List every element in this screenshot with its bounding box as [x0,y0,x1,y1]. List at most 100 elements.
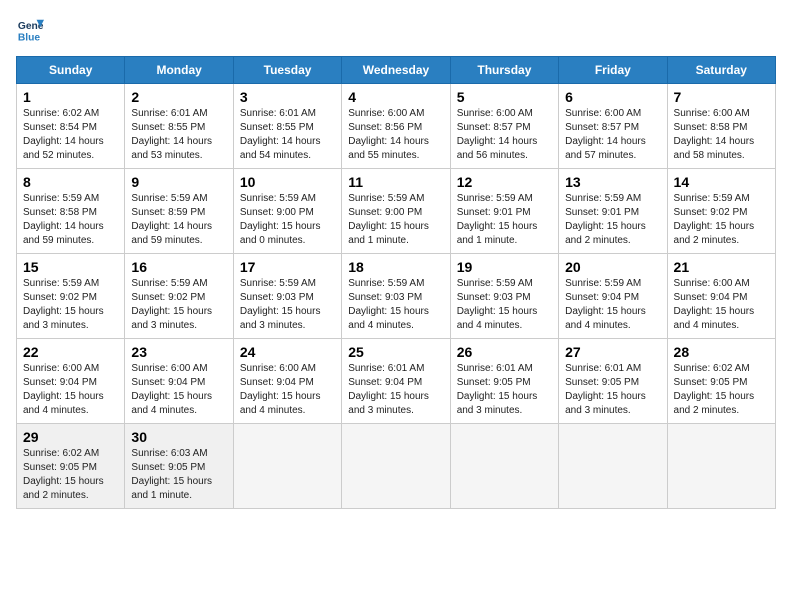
day-info: Sunrise: 6:00 AM Sunset: 9:04 PM Dayligh… [131,362,226,418]
table-row: 26 Sunrise: 6:01 AM Sunset: 9:05 PM Dayl… [450,339,558,424]
logo-icon: General Blue [16,16,44,44]
day-info: Sunrise: 6:00 AM Sunset: 8:58 PM Dayligh… [674,107,769,163]
day-number: 25 [348,344,443,360]
table-row: 27 Sunrise: 6:01 AM Sunset: 9:05 PM Dayl… [559,339,667,424]
table-row [233,424,341,509]
day-info: Sunrise: 5:59 AM Sunset: 9:03 PM Dayligh… [457,277,552,333]
day-info: Sunrise: 6:00 AM Sunset: 8:56 PM Dayligh… [348,107,443,163]
day-info: Sunrise: 6:00 AM Sunset: 9:04 PM Dayligh… [23,362,118,418]
table-row: 23 Sunrise: 6:00 AM Sunset: 9:04 PM Dayl… [125,339,233,424]
day-number: 26 [457,344,552,360]
col-saturday: Saturday [667,57,775,84]
table-row: 15 Sunrise: 5:59 AM Sunset: 9:02 PM Dayl… [17,254,125,339]
table-row: 6 Sunrise: 6:00 AM Sunset: 8:57 PM Dayli… [559,84,667,169]
table-row: 2 Sunrise: 6:01 AM Sunset: 8:55 PM Dayli… [125,84,233,169]
day-number: 6 [565,89,660,105]
svg-text:Blue: Blue [18,32,41,43]
day-number: 19 [457,259,552,275]
day-info: Sunrise: 5:59 AM Sunset: 9:02 PM Dayligh… [23,277,118,333]
day-number: 14 [674,174,769,190]
col-wednesday: Wednesday [342,57,450,84]
table-row [342,424,450,509]
table-row: 11 Sunrise: 5:59 AM Sunset: 9:00 PM Dayl… [342,169,450,254]
day-number: 4 [348,89,443,105]
col-monday: Monday [125,57,233,84]
day-number: 30 [131,429,226,445]
table-row: 5 Sunrise: 6:00 AM Sunset: 8:57 PM Dayli… [450,84,558,169]
day-number: 29 [23,429,118,445]
logo: General Blue [16,16,48,44]
day-number: 7 [674,89,769,105]
day-info: Sunrise: 5:59 AM Sunset: 9:04 PM Dayligh… [565,277,660,333]
col-tuesday: Tuesday [233,57,341,84]
day-info: Sunrise: 6:00 AM Sunset: 8:57 PM Dayligh… [565,107,660,163]
table-row: 14 Sunrise: 5:59 AM Sunset: 9:02 PM Dayl… [667,169,775,254]
day-number: 13 [565,174,660,190]
day-info: Sunrise: 5:59 AM Sunset: 9:01 PM Dayligh… [565,192,660,248]
day-number: 3 [240,89,335,105]
day-info: Sunrise: 6:00 AM Sunset: 9:04 PM Dayligh… [674,277,769,333]
day-info: Sunrise: 6:01 AM Sunset: 9:05 PM Dayligh… [565,362,660,418]
day-info: Sunrise: 5:59 AM Sunset: 9:00 PM Dayligh… [240,192,335,248]
table-row: 17 Sunrise: 5:59 AM Sunset: 9:03 PM Dayl… [233,254,341,339]
table-row: 7 Sunrise: 6:00 AM Sunset: 8:58 PM Dayli… [667,84,775,169]
day-info: Sunrise: 6:01 AM Sunset: 8:55 PM Dayligh… [240,107,335,163]
table-row: 18 Sunrise: 5:59 AM Sunset: 9:03 PM Dayl… [342,254,450,339]
day-number: 10 [240,174,335,190]
day-number: 1 [23,89,118,105]
day-number: 18 [348,259,443,275]
table-row: 12 Sunrise: 5:59 AM Sunset: 9:01 PM Dayl… [450,169,558,254]
day-info: Sunrise: 5:59 AM Sunset: 9:03 PM Dayligh… [348,277,443,333]
table-row: 21 Sunrise: 6:00 AM Sunset: 9:04 PM Dayl… [667,254,775,339]
day-number: 20 [565,259,660,275]
day-number: 24 [240,344,335,360]
day-number: 11 [348,174,443,190]
calendar-table: Sunday Monday Tuesday Wednesday Thursday… [16,56,776,509]
day-number: 23 [131,344,226,360]
day-number: 2 [131,89,226,105]
table-row: 28 Sunrise: 6:02 AM Sunset: 9:05 PM Dayl… [667,339,775,424]
day-number: 21 [674,259,769,275]
day-number: 22 [23,344,118,360]
day-info: Sunrise: 5:59 AM Sunset: 9:02 PM Dayligh… [131,277,226,333]
day-info: Sunrise: 5:59 AM Sunset: 9:03 PM Dayligh… [240,277,335,333]
day-info: Sunrise: 5:59 AM Sunset: 8:58 PM Dayligh… [23,192,118,248]
day-number: 15 [23,259,118,275]
day-info: Sunrise: 5:59 AM Sunset: 8:59 PM Dayligh… [131,192,226,248]
table-row: 3 Sunrise: 6:01 AM Sunset: 8:55 PM Dayli… [233,84,341,169]
table-row: 24 Sunrise: 6:00 AM Sunset: 9:04 PM Dayl… [233,339,341,424]
page-header: General Blue [16,16,776,44]
table-row: 8 Sunrise: 5:59 AM Sunset: 8:58 PM Dayli… [17,169,125,254]
col-friday: Friday [559,57,667,84]
day-number: 27 [565,344,660,360]
day-number: 5 [457,89,552,105]
day-number: 9 [131,174,226,190]
day-info: Sunrise: 6:02 AM Sunset: 9:05 PM Dayligh… [23,447,118,503]
table-row: 22 Sunrise: 6:00 AM Sunset: 9:04 PM Dayl… [17,339,125,424]
day-number: 12 [457,174,552,190]
calendar-body: 1 Sunrise: 6:02 AM Sunset: 8:54 PM Dayli… [17,84,776,509]
day-info: Sunrise: 5:59 AM Sunset: 9:00 PM Dayligh… [348,192,443,248]
day-info: Sunrise: 6:01 AM Sunset: 9:04 PM Dayligh… [348,362,443,418]
table-row: 30 Sunrise: 6:03 AM Sunset: 9:05 PM Dayl… [125,424,233,509]
table-row: 13 Sunrise: 5:59 AM Sunset: 9:01 PM Dayl… [559,169,667,254]
table-row: 9 Sunrise: 5:59 AM Sunset: 8:59 PM Dayli… [125,169,233,254]
table-row: 25 Sunrise: 6:01 AM Sunset: 9:04 PM Dayl… [342,339,450,424]
table-row: 10 Sunrise: 5:59 AM Sunset: 9:00 PM Dayl… [233,169,341,254]
table-row: 1 Sunrise: 6:02 AM Sunset: 8:54 PM Dayli… [17,84,125,169]
day-info: Sunrise: 6:01 AM Sunset: 9:05 PM Dayligh… [457,362,552,418]
day-info: Sunrise: 6:02 AM Sunset: 9:05 PM Dayligh… [674,362,769,418]
day-info: Sunrise: 5:59 AM Sunset: 9:02 PM Dayligh… [674,192,769,248]
calendar-header: Sunday Monday Tuesday Wednesday Thursday… [17,57,776,84]
table-row: 20 Sunrise: 5:59 AM Sunset: 9:04 PM Dayl… [559,254,667,339]
table-row [450,424,558,509]
table-row: 29 Sunrise: 6:02 AM Sunset: 9:05 PM Dayl… [17,424,125,509]
day-number: 8 [23,174,118,190]
day-info: Sunrise: 6:02 AM Sunset: 8:54 PM Dayligh… [23,107,118,163]
table-row: 4 Sunrise: 6:00 AM Sunset: 8:56 PM Dayli… [342,84,450,169]
table-row [667,424,775,509]
table-row [559,424,667,509]
day-info: Sunrise: 5:59 AM Sunset: 9:01 PM Dayligh… [457,192,552,248]
day-number: 16 [131,259,226,275]
table-row: 19 Sunrise: 5:59 AM Sunset: 9:03 PM Dayl… [450,254,558,339]
